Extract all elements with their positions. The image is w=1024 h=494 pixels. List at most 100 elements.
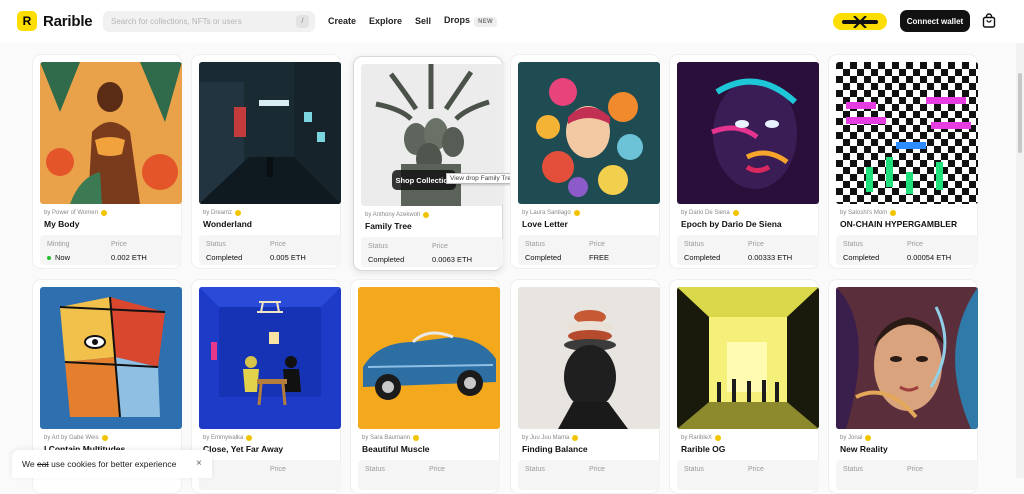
search-input[interactable] — [111, 17, 281, 26]
drop-info: Status Price — [518, 460, 660, 490]
price-label: Price — [111, 241, 127, 248]
status-value: Completed — [525, 253, 562, 262]
price-label: Price — [748, 241, 764, 248]
drop-info: Status Price — [358, 460, 500, 490]
drop-info: Status Price Completed 0.0063 ETH — [361, 237, 503, 267]
creator-label[interactable]: by Art by Gabe Weis — [44, 435, 108, 441]
status-value: Completed — [368, 255, 405, 264]
creator-label[interactable]: by Power of Women — [44, 210, 107, 216]
creator-label[interactable]: by RaribleX — [681, 435, 722, 441]
creator-label[interactable]: by Dario De Siena — [681, 210, 739, 216]
drop-card[interactable]: by Laura Santiago Love Letter Status Pri… — [510, 54, 660, 269]
rarible-logo-icon: R — [17, 11, 37, 31]
price-value: 0.0063 ETH — [432, 255, 473, 264]
drop-title: Wonderland — [203, 219, 252, 229]
verified-icon — [865, 435, 872, 441]
connect-wallet-button[interactable]: Connect wallet — [900, 10, 970, 32]
verified-icon — [732, 210, 739, 216]
price-label: Price — [270, 466, 286, 473]
creator-label[interactable]: by Laura Santiago — [522, 210, 580, 216]
drop-image — [518, 287, 660, 429]
verified-icon — [572, 435, 579, 441]
scrollbar-thumb[interactable] — [1018, 73, 1022, 153]
drop-title: Love Letter — [522, 219, 568, 229]
nav-explore[interactable]: Explore — [369, 16, 402, 26]
creator-label[interactable]: by Dreamz — [203, 210, 242, 216]
drop-card[interactable]: by Emmywalka Close, Yet Far Away Price — [191, 279, 341, 494]
nav-drops[interactable]: Drops NEW — [444, 15, 497, 27]
drop-info: Status Price — [677, 460, 819, 490]
cart-button[interactable] — [982, 13, 996, 28]
drop-image — [836, 62, 978, 204]
drop-card[interactable]: by Dreamz Wonderland Status Price Comple… — [191, 54, 341, 269]
x-logo-icon — [842, 15, 878, 28]
tooltip: View drop Family Tree — [446, 173, 519, 184]
price-label: Price — [270, 241, 286, 248]
status-label: Status — [525, 241, 545, 248]
drop-info: Status Price — [836, 460, 978, 490]
price-value: 0.00333 ETH — [748, 253, 793, 262]
nav-sell[interactable]: Sell — [415, 16, 431, 26]
drop-title: Close, Yet Far Away — [203, 444, 284, 454]
drop-card[interactable]: by Dario De Siena Epoch by Dario De Sien… — [669, 54, 819, 269]
drop-info: Status Price Completed 0.00333 ETH — [677, 235, 819, 265]
verified-icon — [715, 435, 722, 441]
new-badge: NEW — [474, 17, 497, 27]
status-value: Completed — [206, 253, 243, 262]
status-label: Status — [843, 466, 863, 473]
drop-card[interactable]: by Satoshi's Mom ON-CHAIN HYPERGAMBLER S… — [828, 54, 978, 269]
top-header: R Rarible / Create Explore Sell DropsNEW… — [0, 0, 1024, 43]
creator-label[interactable]: by Anthony Azekwoh — [365, 212, 430, 218]
status-label: Minting — [47, 241, 70, 248]
drop-info: Status Price Completed 0.005 ETH — [199, 235, 341, 265]
price-label: Price — [748, 466, 764, 473]
page-scrollbar[interactable] — [1016, 43, 1024, 478]
live-dot-icon — [47, 256, 51, 261]
status-label: Status — [525, 466, 545, 473]
verified-icon — [246, 435, 253, 441]
drop-title: Finding Balance — [522, 444, 588, 454]
price-label: Price — [589, 466, 605, 473]
search-bar[interactable]: / — [103, 11, 315, 32]
drop-card[interactable]: by RaribleX Rarible OG Status Price — [669, 279, 819, 494]
creator-label[interactable]: by Juu Juu Mama — [522, 435, 579, 441]
drop-title: ON-CHAIN HYPERGAMBLER — [840, 219, 958, 229]
verified-icon — [101, 435, 108, 441]
cookie-message: We eat use cookies for better experience — [22, 459, 177, 469]
close-icon[interactable]: × — [196, 458, 202, 469]
drop-image — [677, 62, 819, 204]
creator-label[interactable]: by Jonai — [840, 435, 872, 441]
rarible-logo[interactable]: R Rarible — [17, 11, 93, 31]
verified-icon — [890, 210, 897, 216]
brand-name: Rarible — [43, 12, 93, 30]
drop-card[interactable]: by Power of Women My Body Minting Price … — [32, 54, 182, 269]
drop-info: Minting Price Now 0.002 ETH — [40, 235, 182, 265]
status-label: Status — [684, 466, 704, 473]
promo-button[interactable] — [833, 13, 887, 30]
price-label: Price — [907, 241, 923, 248]
verified-icon — [423, 212, 430, 218]
creator-label[interactable]: by Satoshi's Mom — [840, 210, 897, 216]
search-shortcut-key: / — [296, 15, 309, 28]
drop-title: Family Tree — [365, 221, 412, 231]
drop-card[interactable]: by Juu Juu Mama Finding Balance Status P… — [510, 279, 660, 494]
drop-image — [199, 62, 341, 204]
drop-card[interactable]: Shop Collection View drop Family Tree by… — [353, 56, 519, 271]
drop-info: Status Price Completed FREE — [518, 235, 660, 265]
drop-image — [518, 62, 660, 204]
price-label: Price — [589, 241, 605, 248]
drop-title: My Body — [44, 219, 80, 229]
creator-label[interactable]: by Emmywalka — [203, 435, 253, 441]
nav-create[interactable]: Create — [328, 16, 356, 26]
drop-card[interactable]: by Sara Baumann Beautiful Muscle Status … — [350, 279, 500, 494]
nav-drops-label: Drops — [444, 15, 471, 25]
creator-label[interactable]: by Sara Baumann — [362, 435, 420, 441]
verified-icon — [413, 435, 420, 441]
status-value: Now — [47, 253, 70, 262]
drop-title: Rarible OG — [681, 444, 726, 454]
bag-icon — [982, 13, 996, 28]
drop-image — [677, 287, 819, 429]
drop-title: Epoch by Dario De Siena — [681, 219, 782, 229]
verified-icon — [235, 210, 242, 216]
drop-card[interactable]: by Jonai New Reality Status Price — [828, 279, 978, 494]
